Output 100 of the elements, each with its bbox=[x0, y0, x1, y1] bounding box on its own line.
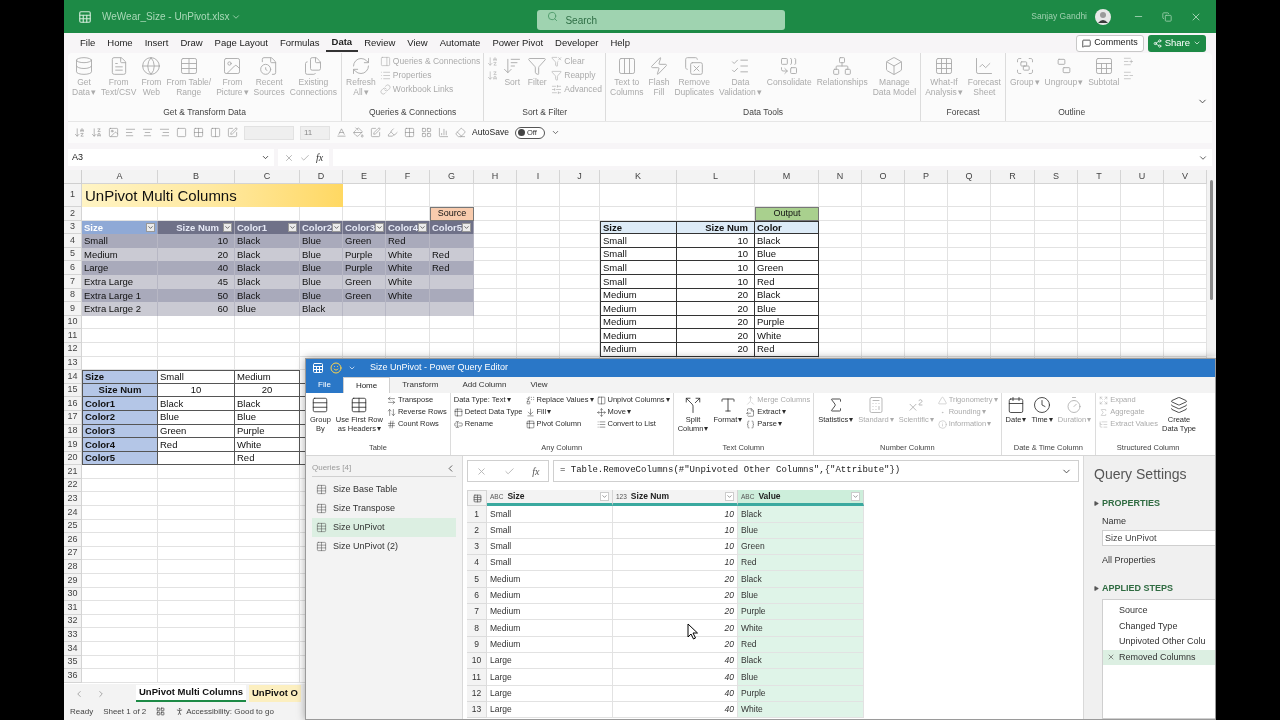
source-tag: Source bbox=[430, 207, 474, 221]
row-number: 28 bbox=[64, 560, 82, 575]
menu-tab[interactable]: Draw bbox=[174, 34, 209, 52]
row-number: 8 bbox=[467, 620, 487, 637]
caret-icon: ▾ bbox=[243, 86, 249, 97]
ribbon-tab[interactable]: Transform bbox=[390, 377, 451, 393]
accessibility-status[interactable]: Accessibility: Good to go bbox=[175, 705, 274, 718]
step-item[interactable]: Removed Columns bbox=[1103, 649, 1215, 665]
sheet-tab[interactable]: UnPivot O bbox=[248, 685, 301, 702]
step-item[interactable]: Unpivoted Other Colu bbox=[1103, 634, 1215, 650]
column-header: D bbox=[300, 170, 343, 184]
table-cell: Blue bbox=[300, 234, 343, 248]
table-cell: Green bbox=[755, 261, 819, 275]
menu-tab[interactable]: Formulas bbox=[273, 34, 326, 52]
table-cell: Small bbox=[487, 506, 613, 523]
menu-tab[interactable]: Insert bbox=[138, 34, 175, 52]
row-number: 23 bbox=[64, 492, 82, 507]
menu-tab[interactable]: Automate bbox=[433, 34, 487, 52]
step-item[interactable]: Changed Type bbox=[1103, 618, 1215, 634]
column-header: S bbox=[1035, 170, 1078, 184]
table-cell: Purple bbox=[738, 604, 864, 621]
table-cell: Blue bbox=[738, 669, 864, 686]
name-box[interactable]: A3 bbox=[68, 149, 274, 166]
ribbon-tab[interactable]: File bbox=[306, 377, 343, 393]
table-cell: 20 bbox=[613, 620, 738, 637]
menu-tab[interactable]: Power Pivot bbox=[486, 34, 550, 52]
menu-tab[interactable]: File bbox=[74, 34, 102, 52]
header-label: Size bbox=[84, 222, 103, 233]
table-cell: White bbox=[755, 329, 819, 343]
status-text: Sheet 1 of 2 bbox=[103, 705, 147, 718]
table-cell: 10 bbox=[613, 555, 738, 572]
row-number: 6 bbox=[64, 261, 82, 275]
table-cell: 10 bbox=[613, 506, 738, 523]
query-name: Size Base Table bbox=[333, 482, 398, 496]
table-cell: Black bbox=[300, 302, 343, 316]
ribbon-tab[interactable]: Home bbox=[342, 377, 391, 393]
table-cell: Medium bbox=[600, 329, 677, 343]
table-cell: Black bbox=[738, 506, 864, 523]
column-name: Size bbox=[507, 490, 526, 503]
column-header: E bbox=[343, 170, 386, 184]
query-name: Size UnPivot (2) bbox=[333, 539, 399, 553]
autosave-label: AutoSave bbox=[472, 126, 509, 139]
column-header: T bbox=[1078, 170, 1121, 184]
all-properties-link[interactable]: All Properties bbox=[1102, 554, 1215, 568]
row-number: 26 bbox=[64, 533, 82, 547]
column-header: N bbox=[819, 170, 862, 184]
column-header: A bbox=[82, 170, 158, 184]
menu-tab[interactable]: Page Layout bbox=[208, 34, 274, 52]
row-number: 14 bbox=[64, 370, 82, 384]
column-header: P bbox=[905, 170, 948, 184]
column-header: I bbox=[517, 170, 560, 184]
step-name: Source bbox=[1119, 604, 1148, 617]
ribbon-tab[interactable]: View bbox=[518, 377, 560, 393]
header-label: Color3 bbox=[345, 222, 376, 233]
menu-tab[interactable]: Home bbox=[101, 34, 139, 52]
query-name: Size Transpose bbox=[333, 501, 396, 515]
header-label: Size Num bbox=[176, 222, 219, 233]
name-field[interactable]: Size UnPivot bbox=[1102, 530, 1215, 546]
share-button[interactable]: Share bbox=[1147, 34, 1206, 52]
menu-tab[interactable]: Help bbox=[604, 34, 636, 52]
query-item[interactable]: Size UnPivot (2) bbox=[312, 537, 456, 556]
caret-icon: ▾ bbox=[1034, 77, 1040, 87]
table-cell: Black bbox=[158, 397, 235, 411]
column-header: G bbox=[430, 170, 474, 184]
table-cell: Small bbox=[487, 555, 613, 572]
column-header: C bbox=[235, 170, 300, 184]
menu-tab[interactable]: Review bbox=[358, 34, 402, 52]
column-header: H bbox=[474, 170, 517, 184]
table-cell: 20 bbox=[613, 571, 738, 588]
menu-tab[interactable]: View bbox=[401, 34, 434, 52]
column-header: Q bbox=[948, 170, 991, 184]
table-cell: Medium bbox=[487, 571, 613, 588]
search-field[interactable]: Search bbox=[537, 10, 786, 30]
column-header: M bbox=[755, 170, 819, 184]
row-number: 21 bbox=[64, 465, 82, 479]
table-cell: White bbox=[235, 438, 300, 452]
row-label-cell: Size bbox=[82, 370, 158, 384]
formula-field[interactable]: = Table.RemoveColumns(#"Unpivoted Other Columns",{"Attribute"}) bbox=[553, 460, 1079, 482]
header-label: Color2 bbox=[302, 222, 333, 233]
table-cell: Black bbox=[235, 261, 300, 275]
column-name: Value bbox=[758, 490, 782, 503]
query-item[interactable]: Size Base Table bbox=[312, 480, 456, 499]
caret-icon: ▾ bbox=[957, 86, 963, 97]
table-cell: 10 bbox=[677, 234, 755, 248]
table-cell: Blue bbox=[755, 302, 819, 316]
group-label: Forecast bbox=[945, 106, 981, 120]
column-header: L bbox=[677, 170, 755, 184]
table-cell: Medium bbox=[600, 302, 677, 316]
sheet-tab[interactable]: UnPivot Multi Columns bbox=[136, 685, 246, 702]
comments-button[interactable]: Comments bbox=[1076, 34, 1144, 52]
ribbon-tab[interactable]: Add Column bbox=[450, 377, 519, 393]
row-number: 31 bbox=[64, 601, 82, 615]
group-label: Outline bbox=[1057, 106, 1087, 120]
query-item[interactable]: Size UnPivot bbox=[312, 518, 456, 537]
step-item[interactable]: Source bbox=[1103, 603, 1215, 619]
function-icon[interactable]: fx bbox=[316, 150, 324, 165]
table-cell: Large bbox=[487, 669, 613, 686]
query-item[interactable]: Size Transpose bbox=[312, 499, 456, 518]
column-header: V bbox=[1164, 170, 1207, 184]
menu-tab[interactable]: Developer bbox=[549, 34, 605, 52]
